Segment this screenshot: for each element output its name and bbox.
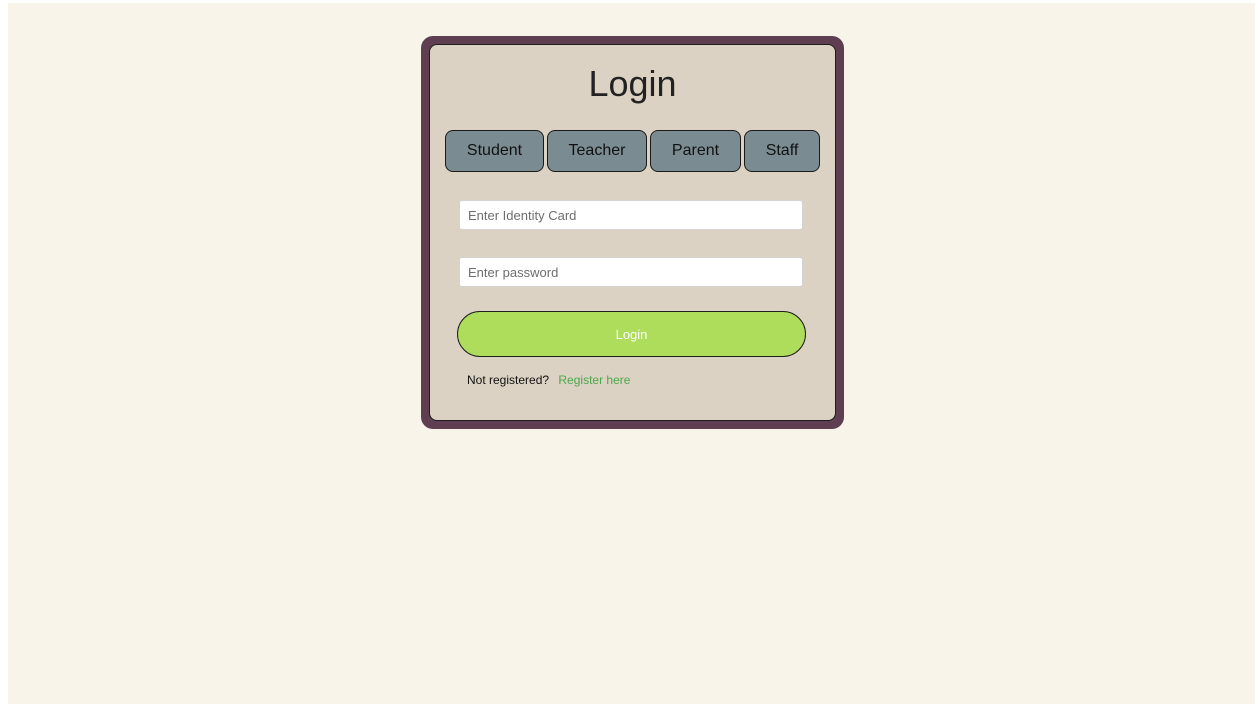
login-button[interactable]: Login [457,311,806,357]
register-link[interactable]: Register here [558,373,630,387]
identity-card-input[interactable] [459,200,803,230]
page-background: Login Student Teacher Parent Staff Login… [8,3,1255,704]
register-prompt-text: Not registered? [467,373,550,387]
tab-staff[interactable]: Staff [744,130,820,172]
tab-student[interactable]: Student [445,130,544,172]
password-input[interactable] [459,257,803,287]
login-card: Login Student Teacher Parent Staff Login… [429,44,836,421]
tab-teacher[interactable]: Teacher [547,130,647,172]
login-card-frame: Login Student Teacher Parent Staff Login… [421,36,844,429]
login-title: Login [588,63,677,104]
role-tabs: Student Teacher Parent Staff [445,130,820,172]
tab-parent[interactable]: Parent [650,130,741,172]
register-prompt-row: Not registered? Register here [467,373,630,387]
